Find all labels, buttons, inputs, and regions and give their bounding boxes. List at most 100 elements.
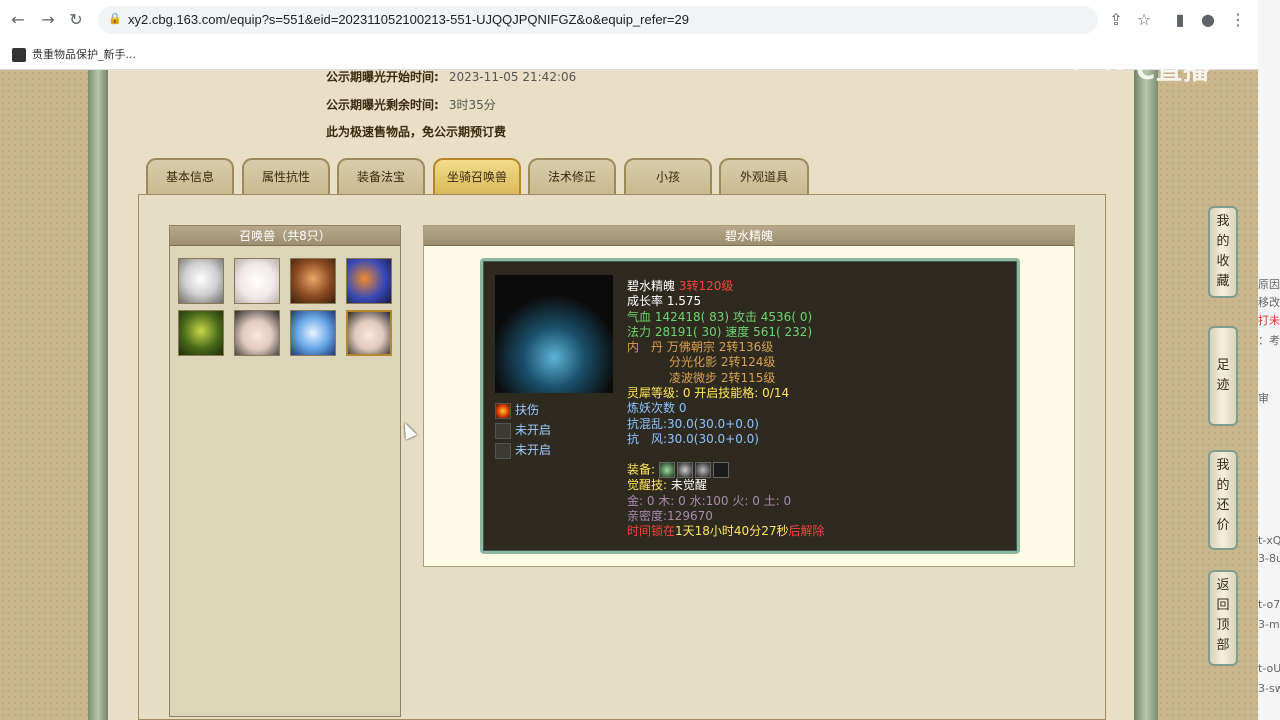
public-start-row: 公示期曝光开始时间: 2023-11-05 21:42:06 <box>326 68 576 85</box>
pet-thumb-phoenix[interactable] <box>346 258 392 304</box>
pet-info: 碧水精魄 3转120级 成长率 1.575 气血 142418( 83) 攻击 … <box>627 279 824 539</box>
spd-label: 速度 <box>725 324 750 339</box>
reload-icon[interactable]: ↻ <box>66 10 86 30</box>
main-content: 公示期曝光开始时间: 2023-11-05 21:42:06 公示期曝光剩余时间:… <box>108 70 1134 720</box>
tab-basic-info[interactable]: 基本信息 <box>146 158 234 194</box>
pet-portrait <box>495 275 613 393</box>
tab-equipment[interactable]: 装备法宝 <box>337 158 425 194</box>
pet-thumb-selected[interactable] <box>346 310 392 356</box>
skill-item[interactable]: 未开启 <box>495 421 551 439</box>
pet-thumb-lady[interactable] <box>234 310 280 356</box>
btn-char: 部 <box>1216 638 1230 653</box>
pet-thumb-demon[interactable] <box>178 310 224 356</box>
btn-char: 藏 <box>1216 274 1230 289</box>
summon-list-header: 召唤兽（共8只） <box>170 226 400 246</box>
equip-empty-icon[interactable] <box>712 462 729 479</box>
public-remain-value: 3时35分 <box>448 98 496 112</box>
skill-name: 未开启 <box>515 423 552 437</box>
locked-icon <box>495 422 511 439</box>
frame-left <box>88 70 108 720</box>
my-favorites-button[interactable]: 我的收藏 <box>1208 206 1238 298</box>
footprint-button[interactable]: 足迹 <box>1208 326 1238 426</box>
btn-char: 的 <box>1216 478 1230 493</box>
res2-value: 30.0(30.0+0.0) <box>667 431 759 446</box>
btn-char: 足 <box>1216 358 1230 373</box>
bookmark-icon <box>12 48 26 62</box>
pet-thumb-bear[interactable] <box>178 258 224 304</box>
public-note-text: 此为极速售物品，免公示期预订费 <box>326 125 507 139</box>
tab-child[interactable]: 小孩 <box>624 158 712 194</box>
pet-thumb-ghost[interactable] <box>234 258 280 304</box>
tab-appearance[interactable]: 外观道具 <box>719 158 809 194</box>
adjacent-window-strip: 原因 移改 打未 ：考 审 t-xQ 3-8u t-o7 3-ml t-oU 3… <box>1258 0 1280 720</box>
tab-mount-summon[interactable]: 坐骑召唤兽 <box>433 158 521 194</box>
share-icon[interactable]: ⇪ <box>1106 10 1126 30</box>
strip-text: t-oU <box>1258 662 1280 675</box>
address-bar[interactable]: 🔒 xy2.cbg.163.com/equip?s=551&eid=202311… <box>98 6 1098 34</box>
profile-icon[interactable]: ● <box>1198 10 1218 30</box>
pet-detail: 碧水精魄 扶伤 未开启 未开启 碧水精魄 3转120级 成长率 1.575 气血… <box>423 225 1075 567</box>
sidepanel-icon[interactable]: ▮ <box>1170 10 1190 30</box>
pet-card: 扶伤 未开启 未开启 碧水精魄 3转120级 成长率 1.575 气血 1424… <box>480 258 1020 554</box>
equip-armor-icon[interactable] <box>694 462 711 479</box>
bookmarks-bar: 贵重物品保护_新手... <box>0 40 1258 70</box>
frame-right <box>1134 70 1158 720</box>
mp-value: 28191( 30) <box>654 324 722 339</box>
public-note: 此为极速售物品，免公示期预订费 <box>326 123 506 140</box>
awaken-label: 觉醒技: <box>627 478 668 493</box>
tab-spell-modify[interactable]: 法术修正 <box>528 158 616 194</box>
btn-char: 我 <box>1216 458 1230 473</box>
summon-list: 召唤兽（共8只） <box>169 225 401 717</box>
btn-char: 迹 <box>1216 378 1230 393</box>
hp-label: 气血 <box>627 309 652 324</box>
skill-name: 扶伤 <box>515 403 540 417</box>
pet-growth: 成长率 1.575 <box>627 294 702 309</box>
awaken-value: 未觉醒 <box>670 478 707 493</box>
bookmark-item[interactable]: 贵重物品保护_新手... <box>12 46 136 62</box>
pet-thumb-ice[interactable] <box>290 310 336 356</box>
fire-icon <box>495 402 511 419</box>
public-remain-label: 公示期曝光剩余时间: <box>326 98 439 112</box>
star-icon[interactable]: ☆ <box>1134 10 1154 30</box>
expire-pre: 时间锁在 <box>627 524 676 539</box>
url-text: xy2.cbg.163.com/equip?s=551&eid=20231105… <box>128 12 689 27</box>
bookmark-label: 贵重物品保护_新手... <box>32 48 136 61</box>
strip-text: 打未 <box>1258 314 1280 327</box>
neidan-level: 2转136级 <box>718 340 774 355</box>
neidan-name: 分光化影 <box>669 355 718 370</box>
back-to-top-button[interactable]: 返回顶部 <box>1208 570 1238 666</box>
strip-text: 3-sw <box>1258 682 1280 695</box>
btn-char: 收 <box>1216 254 1230 269</box>
atk-label: 攻击 <box>732 309 757 324</box>
strip-text: 原因 <box>1258 278 1280 291</box>
btn-char: 我 <box>1216 214 1230 229</box>
strip-text: 审 <box>1258 392 1269 405</box>
strip-text: t-xQ <box>1258 534 1280 547</box>
skill-item[interactable]: 扶伤 <box>495 401 539 419</box>
pet-detail-header: 碧水精魄 <box>424 226 1074 246</box>
equip-label: 装备: <box>627 462 656 477</box>
btn-char: 回 <box>1216 598 1230 613</box>
neidan-name: 凌波微步 <box>669 370 718 385</box>
hp-value: 142418( 83) <box>654 309 730 324</box>
pet-thumb-monkey[interactable] <box>290 258 336 304</box>
skill-item[interactable]: 未开启 <box>495 441 551 459</box>
menu-icon[interactable]: ⋮ <box>1228 10 1248 30</box>
neidan-level: 2转124级 <box>720 355 776 370</box>
mp-label: 法力 <box>627 324 652 339</box>
my-bargain-button[interactable]: 我的还价 <box>1208 450 1238 550</box>
back-icon[interactable]: ← <box>8 10 28 30</box>
skill-name: 未开启 <box>515 443 552 457</box>
tab-attributes[interactable]: 属性抗性 <box>242 158 330 194</box>
equip-ring-icon[interactable] <box>658 462 675 479</box>
strip-text: 移改 <box>1258 296 1280 309</box>
neidan-level: 2转115级 <box>720 370 776 385</box>
equip-blade-icon[interactable] <box>676 462 693 479</box>
lingxi-level: 灵犀等级: 0 开启技能格: 0/14 <box>627 386 790 401</box>
btn-char: 还 <box>1216 498 1230 513</box>
forward-icon[interactable]: → <box>38 10 58 30</box>
neidan-label: 内 丹 <box>627 340 664 355</box>
strip-text: t-o7 <box>1258 598 1280 611</box>
public-remain-row: 公示期曝光剩余时间: 3时35分 <box>326 96 496 113</box>
btn-char: 返 <box>1216 578 1230 593</box>
